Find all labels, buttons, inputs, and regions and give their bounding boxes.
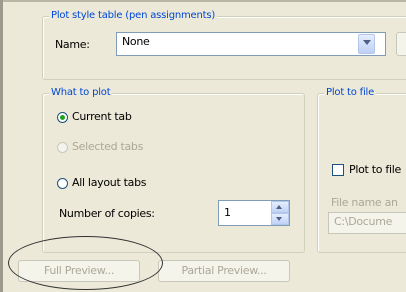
file-path-field: C:\Docume [328,212,406,234]
file-name-label: File name an [331,196,398,209]
radio-current-tab-label[interactable]: Current tab [72,110,132,123]
radio-selected-tabs-label: Selected tabs [72,140,144,153]
copies-value: 1 [224,206,231,219]
file-path-value: C:\Docume [334,215,393,228]
radio-selected-tabs [57,142,68,153]
plot-style-name-value: None [122,35,150,48]
name-label: Name: [55,38,90,51]
plot-style-dropdown-button[interactable] [358,34,375,54]
spin-down-icon [276,217,282,221]
plot-to-file-checkbox[interactable] [332,164,344,176]
radio-current-tab[interactable] [57,112,68,123]
copies-spinner[interactable] [271,201,289,225]
radio-all-layout-tabs-label[interactable]: All layout tabs [72,176,147,189]
plot-to-file-legend: Plot to file [324,87,377,98]
full-preview-button[interactable]: Full Preview... [18,260,140,282]
window-left-edge [0,0,3,292]
number-of-copies-label: Number of copies: [59,207,155,220]
chevron-down-icon [363,40,371,45]
plot-style-name-select[interactable]: None [116,32,386,56]
partial-preview-button[interactable]: Partial Preview... [158,260,290,282]
spin-up-icon [276,205,282,209]
plot-to-file-checkbox-label[interactable]: Plot to file [349,163,401,176]
spin-up-button[interactable] [271,201,289,213]
window-top-edge [0,0,406,2]
plot-style-table-legend: Plot style table (pen assignments) [49,10,218,21]
radio-all-layout-tabs[interactable] [57,178,68,189]
what-to-plot-legend: What to plot [49,87,113,98]
plot-style-edit-button[interactable] [396,32,406,56]
spin-down-button[interactable] [271,213,289,225]
